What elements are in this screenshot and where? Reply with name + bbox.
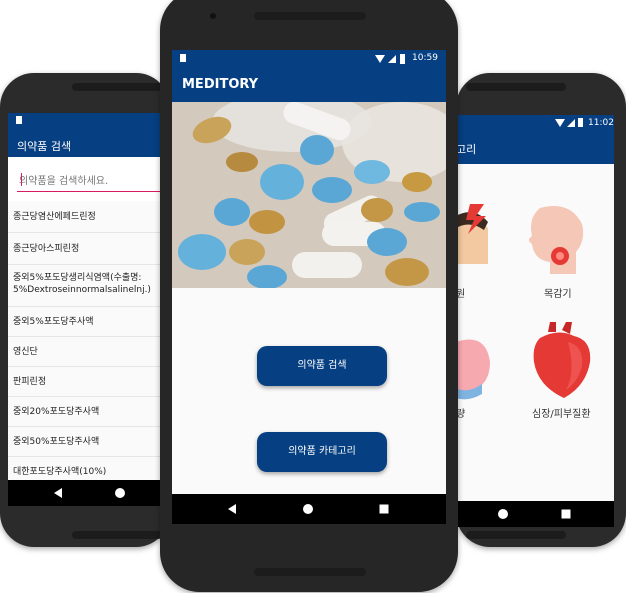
medicine-category-button[interactable]: 의약품 카테고리 [257,432,387,472]
bottom-speaker [72,531,162,539]
search-bar [8,157,168,201]
wifi-icon [375,55,385,63]
list-item[interactable]: 중외50%포도당주사액 [8,427,168,457]
list-item[interactable]: 중외20%포도당주사액 [8,397,168,427]
top-speaker [254,12,366,20]
list-item[interactable]: 판피린정 [8,367,168,397]
recents-icon[interactable] [379,504,389,514]
list-item[interactable]: 영신단 [8,337,168,367]
back-icon[interactable] [228,504,236,514]
category-digestive[interactable]: 량 [456,332,506,424]
wifi-icon [555,119,565,127]
search-input[interactable] [17,171,168,192]
top-speaker [466,83,566,91]
left-phone: 의약품 검색 종근당염산에페드린정 종근당아스피린정 중외5%포도당생리식염액(… [0,73,170,547]
app-title: MEDITORY [182,77,259,92]
bottom-speaker [254,568,366,576]
app-bar: 의약품 검색 [8,131,168,157]
category-sore-throat[interactable]: 목감기 [526,204,596,300]
signal-icon [388,55,396,63]
headache-icon [456,204,488,264]
right-screen: 11:02 고리 원 목감기 량 심장/피부질환 [456,115,614,527]
result-list: 종근당염산에페드린정 종근당아스피린정 중외5%포도당생리식염액(수출명: 5%… [8,201,168,506]
nav-bar [456,501,614,527]
left-screen: 의약품 검색 종근당염산에페드린정 종근당아스피린정 중외5%포도당생리식염액(… [8,113,168,506]
right-phone: 11:02 고리 원 목감기 량 심장/피부질환 [456,73,626,547]
app-bar: 고리 [456,132,614,164]
status-time: 11:02 [588,118,614,128]
list-item[interactable]: 종근당아스피린정 [8,233,168,265]
nav-bar [8,480,168,506]
home-icon[interactable] [115,488,125,498]
center-phone: 10:59 MEDITORY 의약품 검색 의약품 카테고리 [160,0,458,592]
home-icon[interactable] [498,509,508,519]
battery-icon [400,54,405,64]
category-label: 목감기 [544,289,572,300]
sd-card-icon [180,54,186,62]
list-item[interactable]: 중외5%포도당생리식염액(수출명: 5%Dextroseinnormalsali… [8,265,168,307]
status-time: 10:59 [412,53,438,63]
bottom-speaker [466,531,566,539]
hero-image [172,102,446,288]
category-heart-skin[interactable]: 심장/피부질환 [522,322,614,422]
sd-card-icon [16,116,22,124]
page-title: 의약품 검색 [17,140,72,153]
page-title: 고리 [456,143,477,156]
battery-icon [578,118,583,127]
heart-icon [533,322,591,398]
sore-throat-icon [529,206,584,274]
search-medicine-button[interactable]: 의약품 검색 [257,346,387,386]
recents-icon[interactable] [561,509,571,519]
category-headache[interactable]: 원 [456,204,506,300]
app-bar: MEDITORY [172,68,446,102]
stomach-icon [456,339,490,400]
status-bar [8,113,168,131]
front-camera [210,13,216,19]
list-item[interactable]: 중외5%포도당주사액 [8,307,168,337]
back-icon[interactable] [54,488,62,498]
nav-bar [172,494,446,524]
center-screen: 10:59 MEDITORY 의약품 검색 의약품 카테고리 [172,50,446,524]
home-icon[interactable] [303,504,313,514]
pills-illustration [172,102,446,288]
top-speaker [72,83,162,91]
category-label: 심장/피부질환 [532,409,591,420]
list-item[interactable]: 종근당염산에페드린정 [8,201,168,233]
signal-icon [567,119,575,127]
status-bar: 10:59 [172,50,446,68]
status-bar: 11:02 [456,115,614,132]
category-grid: 원 목감기 량 심장/피부질환 [456,164,614,501]
text-cursor [21,173,22,186]
